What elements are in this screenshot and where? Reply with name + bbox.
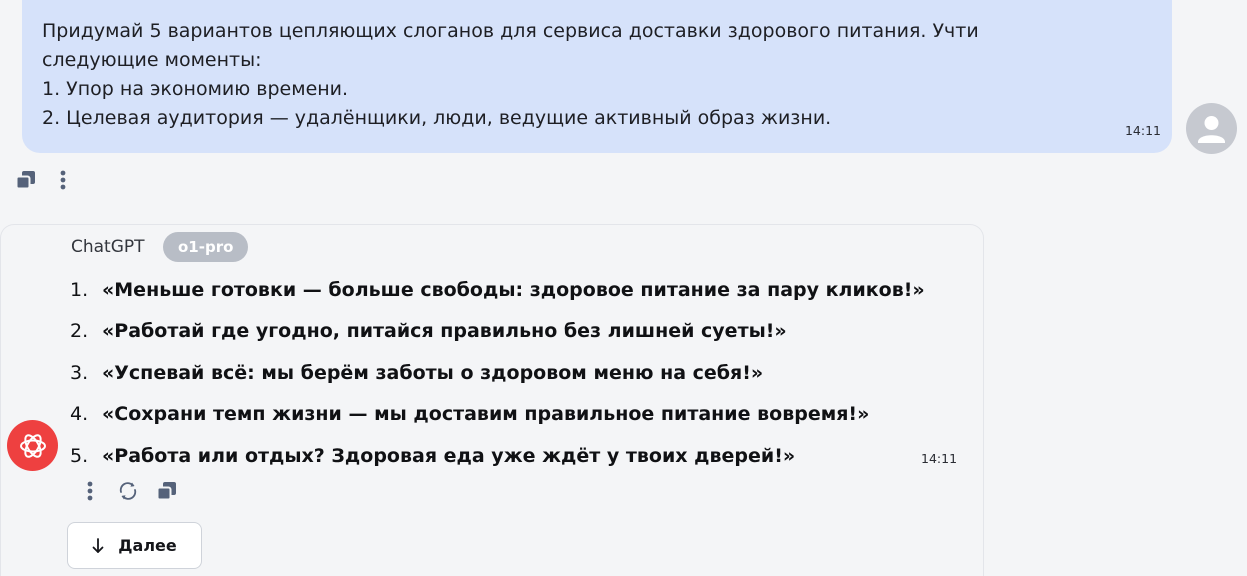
list-item: 2. «Работай где угодно, питайся правильно… (70, 317, 787, 345)
more-vertical-icon (60, 170, 66, 190)
regenerate-icon (119, 482, 137, 500)
next-button-label: Далее (118, 536, 177, 555)
list-item: 5. «Работа или отдых? Здоровая еда уже жд… (70, 442, 795, 470)
model-badge: o1-pro (163, 232, 249, 262)
user-message-line: следующие моменты: (42, 49, 262, 71)
user-message-bubble: Придумай 5 вариантов цепляющих слоганов … (22, 0, 1172, 153)
openai-logo-icon (19, 433, 46, 458)
assistant-copy-button[interactable] (155, 480, 179, 502)
user-message-text: Придумай 5 вариантов цепляющих слоганов … (42, 17, 1082, 133)
more-vertical-icon (87, 481, 93, 501)
list-item-number: 4. (70, 403, 89, 425)
user-message-line: Придумай 5 вариантов цепляющих слоганов … (42, 20, 979, 42)
list-item-number: 2. (70, 320, 89, 342)
assistant-message-time: 14:11 (921, 451, 958, 466)
user-message-line: 1. Упор на экономию времени. (42, 78, 349, 100)
assistant-avatar (7, 420, 58, 471)
list-item: 3. «Успевай всё: мы берём заботы о здоров… (70, 359, 763, 387)
arrow-down-icon (92, 537, 104, 553)
copy-icon (156, 482, 176, 501)
user-icon (1198, 116, 1225, 143)
next-button[interactable]: Далее (67, 522, 202, 569)
user-message-time: 14:11 (1124, 123, 1161, 138)
assistant-more-button[interactable] (79, 479, 101, 503)
user-message-line: 2. Целевая аудитория — удалёнщики, люди,… (42, 107, 832, 129)
assistant-name: ChatGPT (71, 237, 145, 257)
list-item-text: «Работа или отдых? Здоровая еда уже ждёт… (102, 445, 796, 467)
list-item-text: «Успевай всё: мы берём заботы о здоровом… (102, 362, 764, 384)
list-item-text: «Работай где угодно, питайся правильно б… (102, 320, 787, 342)
list-item: 4. «Сохрани темп жизни — мы доставим прав… (70, 400, 869, 428)
copy-icon (15, 171, 35, 190)
list-item: 1. «Меньше готовки — больше свободы: здор… (70, 276, 925, 304)
list-item-text: «Меньше готовки — больше свободы: здоров… (102, 279, 925, 301)
user-copy-button[interactable] (14, 169, 38, 191)
user-more-button[interactable] (52, 168, 74, 192)
user-avatar[interactable] (1186, 103, 1237, 154)
list-item-text: «Сохрани темп жизни — мы доставим правил… (102, 403, 870, 425)
list-item-number: 1. (70, 279, 89, 301)
list-item-number: 5. (70, 445, 89, 467)
list-item-number: 3. (70, 362, 89, 384)
regenerate-button[interactable] (116, 479, 140, 503)
chat-page: Придумай 5 вариантов цепляющих слоганов … (0, 0, 1247, 576)
